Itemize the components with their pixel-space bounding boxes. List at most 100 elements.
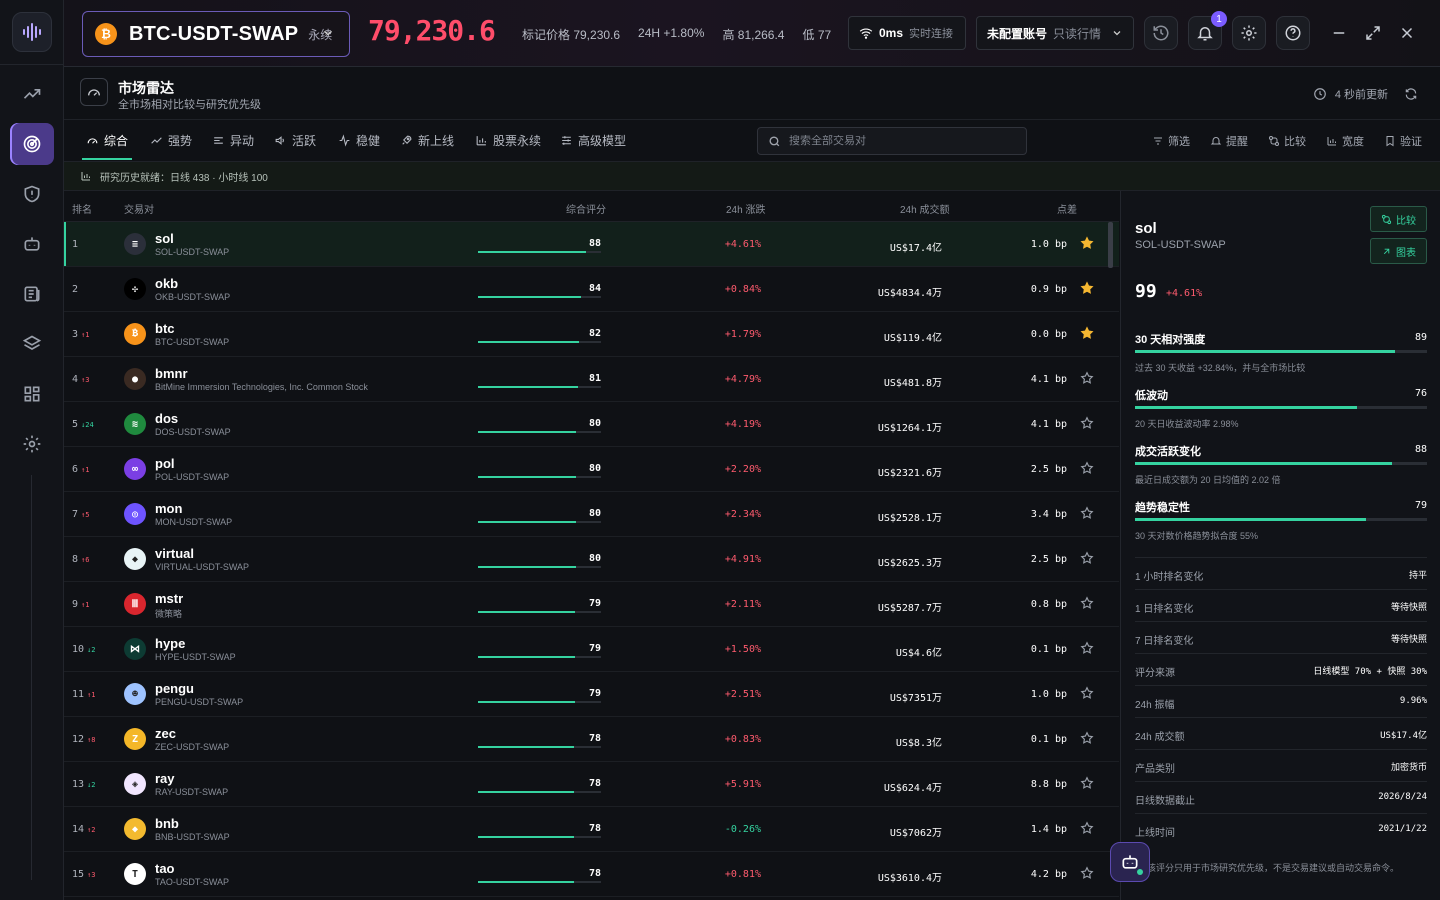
minimize-icon[interactable] bbox=[1330, 24, 1348, 42]
col-score[interactable]: 综合评分 bbox=[566, 201, 606, 216]
pair-name[interactable]: dos bbox=[155, 411, 178, 426]
nav-radar[interactable] bbox=[10, 123, 54, 165]
pair-name[interactable]: pengu bbox=[155, 681, 194, 696]
table-row[interactable]: 5 ↓24 ≋ dos DOS-USDT-SWAP 80 +4.19% US$1264.1万 4… bbox=[64, 402, 1119, 447]
tab-new[interactable]: 新上线 bbox=[400, 132, 454, 149]
star-outline-icon[interactable] bbox=[1080, 776, 1094, 790]
history-button[interactable] bbox=[1144, 16, 1178, 50]
tab-stock-perp[interactable]: 股票永续 bbox=[475, 132, 541, 149]
star-outline-icon[interactable] bbox=[1080, 551, 1094, 565]
nav-dashboard[interactable] bbox=[10, 373, 54, 415]
pair-name[interactable]: mstr bbox=[155, 591, 183, 606]
pair-name[interactable]: virtual bbox=[155, 546, 194, 561]
detail-key: 上线时间 bbox=[1135, 828, 1175, 839]
assistant-button[interactable] bbox=[1110, 842, 1150, 882]
pair-name[interactable]: btc bbox=[155, 321, 175, 336]
verify-button[interactable]: 验证 bbox=[1384, 133, 1422, 149]
symbol-selector[interactable]: ₿ BTC-USDT-SWAP 永续 bbox=[82, 11, 350, 57]
pair-name[interactable]: bnb bbox=[155, 816, 179, 831]
app-logo[interactable] bbox=[12, 12, 52, 52]
action-label: 筛选 bbox=[1168, 136, 1190, 148]
nav-news[interactable] bbox=[10, 273, 54, 315]
notifications-button[interactable]: 1 bbox=[1188, 11, 1227, 50]
star-outline-icon[interactable] bbox=[1080, 371, 1094, 385]
star-filled-icon[interactable] bbox=[1080, 281, 1094, 295]
connection-status[interactable]: 0ms 实时连接 bbox=[848, 16, 966, 50]
tab-active[interactable]: 活跃 bbox=[274, 132, 316, 149]
star-filled-icon[interactable] bbox=[1080, 326, 1094, 340]
table-row[interactable]: 11 ↑1 ☻ pengu PENGU-USDT-SWAP 79 +2.51% US$7351… bbox=[64, 672, 1119, 717]
star-outline-icon[interactable] bbox=[1080, 686, 1094, 700]
tab-strong[interactable]: 强势 bbox=[150, 132, 192, 149]
change-value: +4.79% bbox=[724, 374, 761, 385]
pair-name[interactable]: sol bbox=[155, 231, 174, 246]
tab-overall[interactable]: 综合 bbox=[86, 132, 128, 149]
breadth-button[interactable]: 宽度 bbox=[1326, 133, 1364, 149]
col-change[interactable]: 24h 涨跌 bbox=[726, 201, 765, 216]
table-row[interactable]: 1 ≡ sol SOL-USDT-SWAP 88 +4.61% US$17.4亿 1.0 bp bbox=[64, 222, 1119, 267]
tab-stable[interactable]: 稳健 bbox=[338, 132, 380, 149]
table-row[interactable]: 10 ↓2 ⋈ hype HYPE-USDT-SWAP 79 +1.50% US$4.6亿 0.… bbox=[64, 627, 1119, 672]
star-outline-icon[interactable] bbox=[1080, 506, 1094, 520]
table-row[interactable]: 7 ↑5 ◎ mon MON-USDT-SWAP 80 +2.34% US$2528.1万 3.… bbox=[64, 492, 1119, 537]
table-row[interactable]: 2 ✣ okb OKB-USDT-SWAP 84 +0.84% US$4834.4万 0.9 … bbox=[64, 267, 1119, 312]
table-row[interactable]: 3 ↑1 ₿ btc BTC-USDT-SWAP 82 +1.79% US$119.4亿 0.0… bbox=[64, 312, 1119, 357]
pair-name[interactable]: mon bbox=[155, 501, 182, 516]
spread-value: 3.4 bp bbox=[1030, 509, 1067, 520]
star-outline-icon[interactable] bbox=[1080, 596, 1094, 610]
col-spread[interactable]: 点差 bbox=[1057, 201, 1077, 216]
star-outline-icon[interactable] bbox=[1080, 416, 1094, 430]
table-row[interactable]: 4 ↑3 ● bmnr BitMine Immersion Technologies, … bbox=[64, 357, 1119, 402]
col-volume[interactable]: 24h 成交额 bbox=[900, 201, 949, 216]
nav-bot[interactable] bbox=[10, 223, 54, 265]
help-button[interactable] bbox=[1276, 16, 1310, 50]
nav-layers[interactable] bbox=[10, 323, 54, 365]
score-bar-fill bbox=[478, 746, 574, 748]
table-row[interactable]: 15 ↑3 Ttao TAO-USDT-SWAP 78 +0.81% US$3610.4万 4… bbox=[64, 852, 1119, 897]
nav-settings[interactable] bbox=[10, 423, 54, 465]
star-outline-icon[interactable] bbox=[1080, 866, 1094, 880]
filter-button[interactable]: 筛选 bbox=[1152, 133, 1190, 149]
nav-trend[interactable] bbox=[10, 73, 54, 115]
pair-name[interactable]: okb bbox=[155, 276, 178, 291]
star-outline-icon[interactable] bbox=[1080, 821, 1094, 835]
table-row[interactable]: 8 ↑6 ◆ virtual VIRTUAL-USDT-SWAP 80 +4.91% US$2… bbox=[64, 537, 1119, 582]
pair-name[interactable]: bmnr bbox=[155, 366, 188, 381]
pair-name[interactable]: tao bbox=[155, 861, 175, 876]
settings-button[interactable] bbox=[1232, 16, 1266, 50]
table-row[interactable]: 12 ↑8 Zzec ZEC-USDT-SWAP 78 +0.83% US$8.3亿 0.1 … bbox=[64, 717, 1119, 762]
account-selector[interactable]: 未配置账号 只读行情 bbox=[976, 16, 1134, 50]
table-row[interactable]: 13 ↓2 ◈ ray RAY-USDT-SWAP 78 +5.91% US$624.4万 8.… bbox=[64, 762, 1119, 807]
tab-advanced-model[interactable]: 高级模型 bbox=[560, 132, 626, 149]
maximize-icon[interactable] bbox=[1364, 24, 1382, 42]
star-filled-icon[interactable] bbox=[1080, 236, 1094, 250]
star-outline-icon[interactable] bbox=[1080, 641, 1094, 655]
pair-name[interactable]: ray bbox=[155, 771, 175, 786]
metric-value: 79 bbox=[1414, 500, 1427, 511]
refresh-icon[interactable] bbox=[1404, 87, 1418, 101]
star-outline-icon[interactable] bbox=[1080, 731, 1094, 745]
last-price: 79,230.6 bbox=[368, 14, 496, 47]
pair-name[interactable]: zec bbox=[155, 726, 176, 741]
star-outline-icon[interactable] bbox=[1080, 461, 1094, 475]
col-rank[interactable]: 排名 bbox=[72, 201, 92, 216]
table-row[interactable]: 6 ↑1 ∞ pol POL-USDT-SWAP 80 +2.20% US$2321.6万 2.… bbox=[64, 447, 1119, 492]
nav-risk[interactable] bbox=[10, 173, 54, 215]
close-icon[interactable] bbox=[1398, 24, 1416, 42]
table-row[interactable]: 14 ↑2 ◆ bnb BNB-USDT-SWAP 78 -0.26% US$7062万 1.4… bbox=[64, 807, 1119, 852]
compare-button[interactable]: 比较 bbox=[1268, 133, 1306, 149]
pair-name[interactable]: hype bbox=[155, 636, 185, 651]
alert-button[interactable]: 提醒 bbox=[1210, 133, 1248, 149]
tab-anomaly[interactable]: 异动 bbox=[212, 132, 254, 149]
coin-logo-icon: Z bbox=[124, 728, 146, 750]
search-input[interactable] bbox=[789, 135, 1009, 147]
detail-chart-button[interactable]: 图表 bbox=[1370, 238, 1427, 264]
col-pair[interactable]: 交易对 bbox=[124, 201, 154, 216]
table-row[interactable]: 9 ↑1 Ⅲmstr 微策略 79 +2.11% US$5287.7万 0.8 bp bbox=[64, 582, 1119, 627]
table-scrollbar[interactable] bbox=[1108, 222, 1113, 268]
spread-value: 0.0 bp bbox=[1030, 329, 1067, 340]
pair-name[interactable]: pol bbox=[155, 456, 175, 471]
detail-compare-button[interactable]: 比较 bbox=[1370, 206, 1427, 232]
rank-move: 2 bbox=[91, 826, 96, 834]
search-box[interactable] bbox=[757, 127, 1027, 155]
